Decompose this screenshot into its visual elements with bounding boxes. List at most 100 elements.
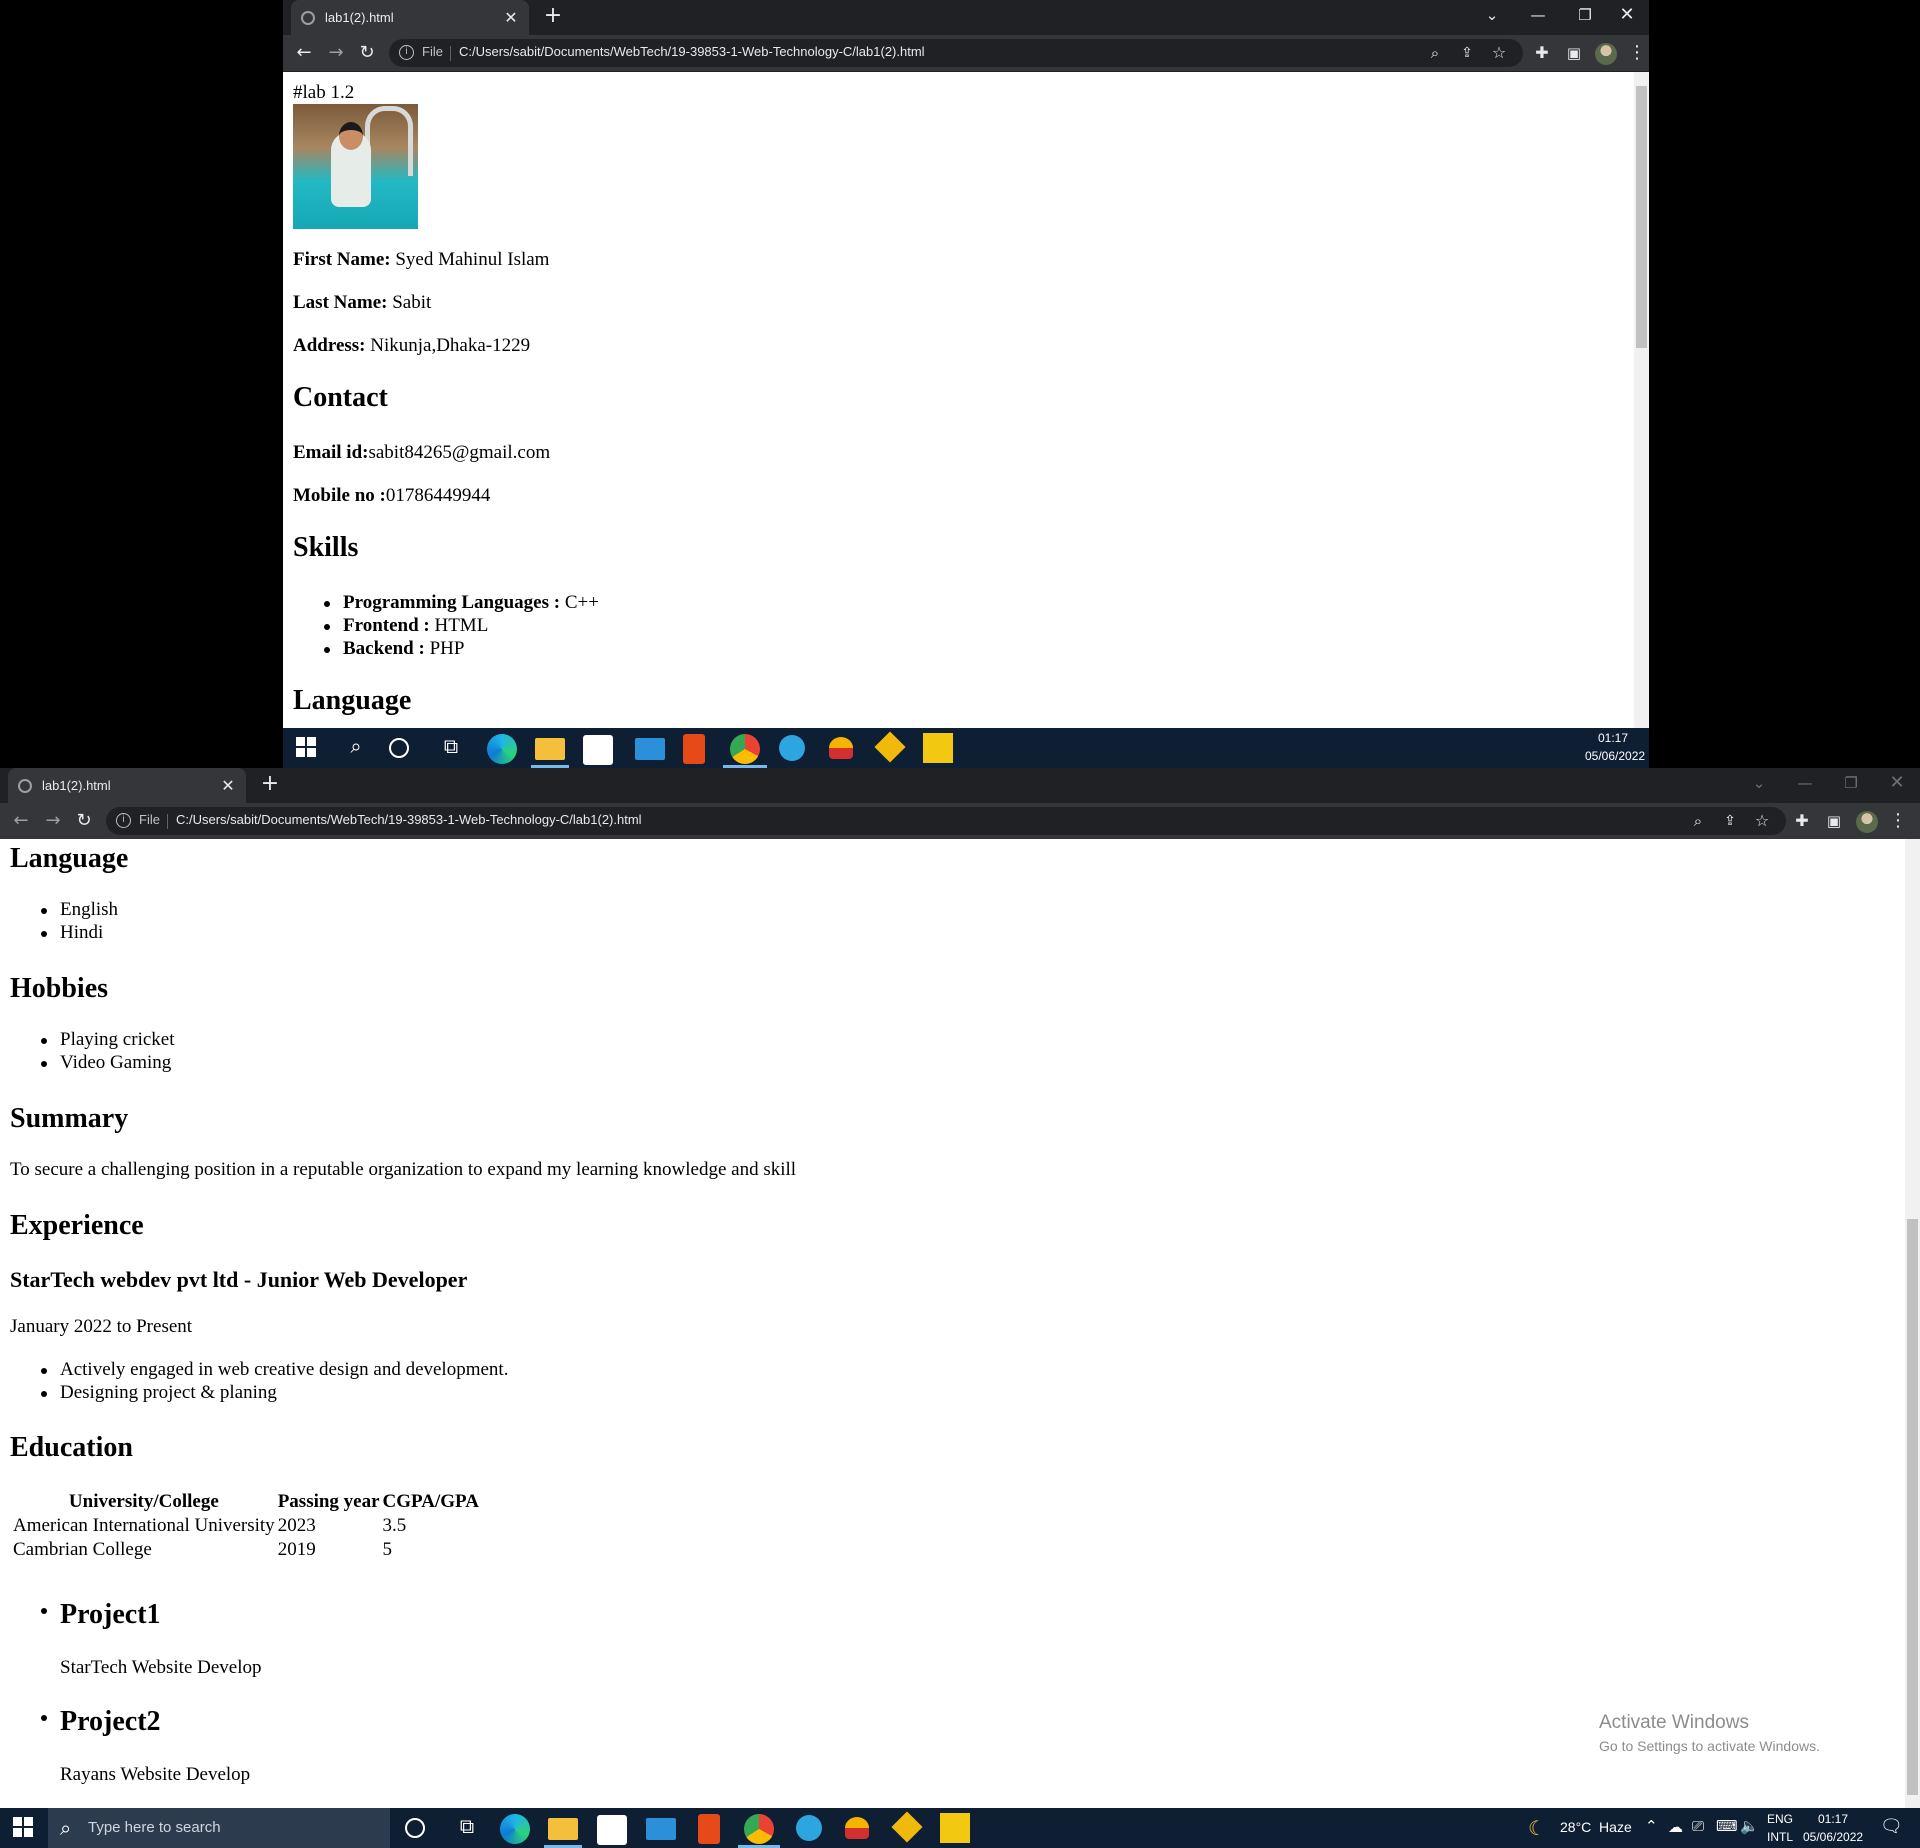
email-label: Email id: bbox=[293, 442, 369, 463]
extensions-icon[interactable]: ✚ bbox=[1790, 809, 1814, 833]
task-view-icon[interactable]: ⧉ bbox=[452, 1814, 482, 1844]
task-view-icon[interactable]: ⧉ bbox=[436, 734, 466, 764]
chrome-icon[interactable] bbox=[730, 734, 760, 764]
job-duty-item: Designing project & planing bbox=[41, 1382, 277, 1403]
profile-avatar[interactable] bbox=[1595, 43, 1617, 65]
close-window-button[interactable]: ✕ bbox=[1875, 768, 1919, 798]
scrollbar-track[interactable] bbox=[1905, 839, 1920, 1808]
tab-strip: lab1(2).html ✕ + ⌄ — ❐ ✕ bbox=[283, 0, 1649, 35]
volume-icon[interactable]: 🔈 bbox=[1740, 1817, 1759, 1835]
restore-button[interactable]: ❐ bbox=[1829, 768, 1873, 798]
app-icon[interactable] bbox=[845, 1817, 869, 1839]
mobile-value: 01786449944 bbox=[385, 485, 491, 506]
bookmark-star-icon[interactable]: ☆ bbox=[1750, 809, 1774, 833]
back-icon[interactable]: ← bbox=[9, 809, 33, 833]
taskbar-search-box[interactable]: ⌕ Type here to search bbox=[48, 1808, 390, 1848]
browser-tab[interactable]: lab1(2).html ✕ bbox=[291, 0, 529, 35]
address-bar[interactable]: i File C:/Users/sabit/Documents/WebTech/… bbox=[106, 807, 1786, 835]
menu-icon[interactable]: ⋮ bbox=[1886, 809, 1910, 833]
store-icon[interactable] bbox=[597, 1815, 627, 1845]
zoom-icon[interactable]: ⌕ bbox=[1423, 41, 1447, 65]
weather-icon[interactable]: ☾ bbox=[1528, 1816, 1546, 1840]
mobile-label: Mobile no : bbox=[293, 485, 386, 506]
power-bi-icon[interactable] bbox=[923, 733, 953, 763]
edge-icon[interactable] bbox=[487, 734, 517, 764]
menu-icon[interactable]: ⋮ bbox=[1625, 41, 1649, 65]
close-window-button[interactable]: ✕ bbox=[1605, 0, 1649, 30]
search-icon: ⌕ bbox=[60, 1816, 72, 1840]
scrollbar-thumb[interactable] bbox=[1907, 1219, 1918, 1795]
minimize-button[interactable]: — bbox=[1783, 768, 1827, 798]
windows-start-icon[interactable] bbox=[293, 734, 323, 764]
close-tab-icon[interactable]: ✕ bbox=[220, 776, 236, 795]
divider bbox=[450, 46, 451, 61]
table-row: American International University 2023 3… bbox=[13, 1515, 479, 1537]
url-text[interactable]: C:/Users/sabit/Documents/WebTech/19-3985… bbox=[459, 44, 925, 59]
binance-icon[interactable] bbox=[874, 731, 906, 763]
cortana-icon[interactable] bbox=[389, 738, 409, 758]
url-text[interactable]: C:/Users/sabit/Documents/WebTech/19-3985… bbox=[176, 812, 642, 827]
search-icon[interactable]: ⌕ bbox=[341, 734, 371, 764]
app-icon[interactable] bbox=[829, 737, 853, 759]
language-code[interactable]: ENG bbox=[1767, 1812, 1793, 1826]
office-icon[interactable] bbox=[698, 1814, 720, 1844]
file-explorer-icon[interactable] bbox=[535, 738, 565, 760]
scrollbar-thumb[interactable] bbox=[1636, 86, 1647, 348]
job-period: January 2022 to Present bbox=[10, 1316, 193, 1337]
network-icon[interactable]: ⌨ bbox=[1716, 1817, 1738, 1835]
reload-icon[interactable]: ↻ bbox=[355, 41, 379, 65]
windows-start-icon[interactable] bbox=[10, 1814, 40, 1844]
mobile-line: Mobile no :01786449944 bbox=[293, 485, 490, 507]
restore-button[interactable]: ❐ bbox=[1563, 0, 1607, 30]
binance-icon[interactable] bbox=[891, 1811, 923, 1843]
browser-tab[interactable]: lab1(2).html ✕ bbox=[8, 768, 246, 803]
device-icon[interactable]: ⎚ bbox=[1692, 1817, 1704, 1835]
new-tab-button[interactable]: + bbox=[257, 772, 283, 798]
reload-icon[interactable]: ↻ bbox=[72, 809, 96, 833]
share-icon[interactable]: ⇪ bbox=[1718, 809, 1742, 833]
chevron-up-icon[interactable]: ⌃ bbox=[1645, 1817, 1658, 1835]
tab-search-button[interactable]: ⌄ bbox=[1470, 0, 1514, 30]
tab-search-button[interactable]: ⌄ bbox=[1737, 768, 1781, 798]
forward-icon[interactable]: → bbox=[324, 41, 348, 65]
office-icon[interactable] bbox=[683, 734, 705, 764]
clock-time[interactable]: 01:17 bbox=[1818, 1812, 1848, 1826]
skill-value: PHP bbox=[424, 638, 465, 659]
telegram-icon[interactable] bbox=[779, 735, 805, 761]
address-value: Nikunja,Dhaka-1229 bbox=[365, 335, 531, 356]
weather-text[interactable]: 28°C Haze bbox=[1560, 1819, 1632, 1835]
url-scheme: File bbox=[139, 812, 160, 827]
mail-icon[interactable] bbox=[635, 738, 665, 760]
store-icon[interactable] bbox=[583, 735, 613, 765]
address-bar[interactable]: i File C:/Users/sabit/Documents/WebTech/… bbox=[389, 39, 1523, 67]
profile-avatar[interactable] bbox=[1856, 811, 1878, 833]
mail-icon[interactable] bbox=[646, 1818, 676, 1840]
minimize-button[interactable]: — bbox=[1516, 0, 1560, 30]
power-bi-icon[interactable] bbox=[940, 1813, 970, 1843]
file-explorer-icon[interactable] bbox=[548, 1818, 578, 1840]
side-panel-icon[interactable]: ▣ bbox=[1822, 809, 1846, 833]
edge-icon[interactable] bbox=[500, 1814, 530, 1844]
cortana-icon[interactable] bbox=[405, 1818, 425, 1838]
back-icon[interactable]: ← bbox=[292, 41, 316, 65]
info-icon[interactable]: i bbox=[116, 813, 131, 828]
zoom-icon[interactable]: ⌕ bbox=[1686, 809, 1710, 833]
close-tab-icon[interactable]: ✕ bbox=[503, 8, 519, 27]
table-row: Cambrian College 2019 5 bbox=[13, 1539, 479, 1561]
onedrive-icon[interactable]: ☁ bbox=[1668, 1818, 1683, 1836]
bookmark-star-icon[interactable]: ☆ bbox=[1487, 41, 1511, 65]
clock-date: 05/06/2022 bbox=[1585, 749, 1646, 763]
clock-date[interactable]: 05/06/2022 bbox=[1803, 1830, 1863, 1844]
chrome-icon[interactable] bbox=[744, 1814, 774, 1844]
share-icon[interactable]: ⇪ bbox=[1455, 41, 1479, 65]
telegram-icon[interactable] bbox=[796, 1815, 822, 1841]
notification-icon[interactable]: 🗨 bbox=[1880, 1816, 1903, 1837]
new-tab-button[interactable]: + bbox=[540, 4, 566, 30]
project-desc: Rayans Website Develop bbox=[60, 1764, 251, 1785]
forward-icon[interactable]: → bbox=[41, 809, 65, 833]
keyboard-layout[interactable]: INTL bbox=[1767, 1830, 1793, 1844]
side-panel-icon[interactable]: ▣ bbox=[1562, 41, 1586, 65]
extensions-icon[interactable]: ✚ bbox=[1530, 41, 1554, 65]
info-icon[interactable]: i bbox=[399, 45, 414, 60]
scrollbar-track[interactable] bbox=[1634, 72, 1649, 728]
